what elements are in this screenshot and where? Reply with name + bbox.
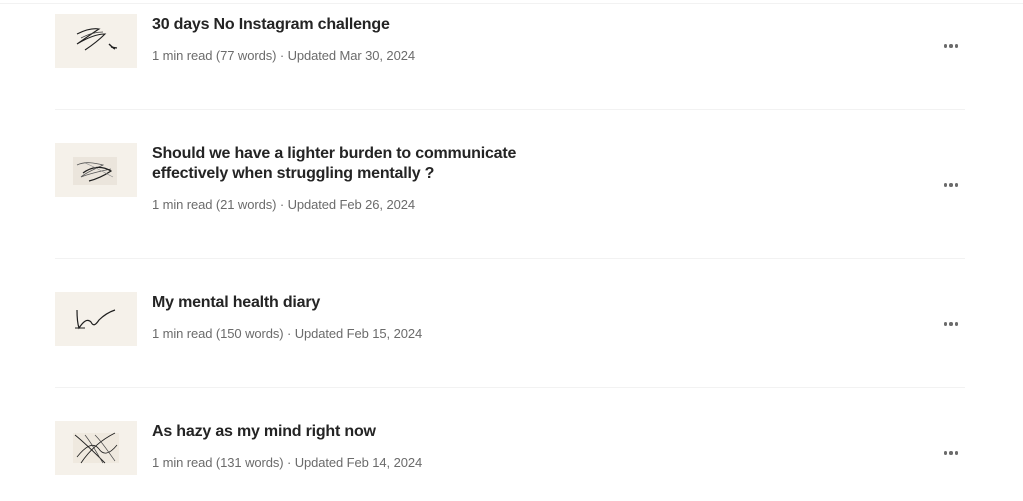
story-title[interactable]: 30 days No Instagram challenge <box>152 15 532 35</box>
dot <box>954 451 959 455</box>
story-meta: 1 min read (131 words) · Updated Feb 14,… <box>152 455 423 470</box>
scribble-thumbnail-icon <box>73 432 119 464</box>
story-divider <box>55 109 965 110</box>
story-title[interactable]: As hazy as my mind right now <box>152 422 532 442</box>
story-meta: 1 min read (150 words) · Updated Feb 15,… <box>152 326 423 341</box>
scribble-thumbnail-icon <box>75 309 116 330</box>
more-options-icon[interactable] <box>936 443 966 463</box>
dot <box>949 451 953 455</box>
scribble-thumbnail-icon <box>76 28 118 51</box>
story-title[interactable]: Should we have a lighter burden to commu… <box>152 144 532 184</box>
dot <box>954 44 959 48</box>
story-meta: 1 min read (21 words) · Updated Feb 26, … <box>152 197 415 212</box>
dot <box>943 322 948 326</box>
dot <box>954 183 959 187</box>
more-options-icon[interactable] <box>936 36 966 56</box>
story-title[interactable]: My mental health diary <box>152 293 532 313</box>
dot <box>949 183 953 187</box>
story-divider <box>55 258 965 259</box>
dot <box>949 44 953 48</box>
dot <box>949 322 953 326</box>
story-thumbnail[interactable] <box>55 14 137 68</box>
dot <box>954 322 959 326</box>
top-divider <box>0 3 1023 4</box>
dot <box>943 183 948 187</box>
story-thumbnail[interactable] <box>55 292 137 346</box>
dot <box>943 451 948 455</box>
dot <box>943 44 948 48</box>
story-meta: 1 min read (77 words) · Updated Mar 30, … <box>152 48 415 63</box>
story-divider <box>55 387 965 388</box>
story-thumbnail[interactable] <box>55 143 137 197</box>
more-options-icon[interactable] <box>936 175 966 195</box>
more-options-icon[interactable] <box>936 314 966 334</box>
scribble-thumbnail-icon <box>73 157 117 185</box>
story-thumbnail[interactable] <box>55 421 137 475</box>
